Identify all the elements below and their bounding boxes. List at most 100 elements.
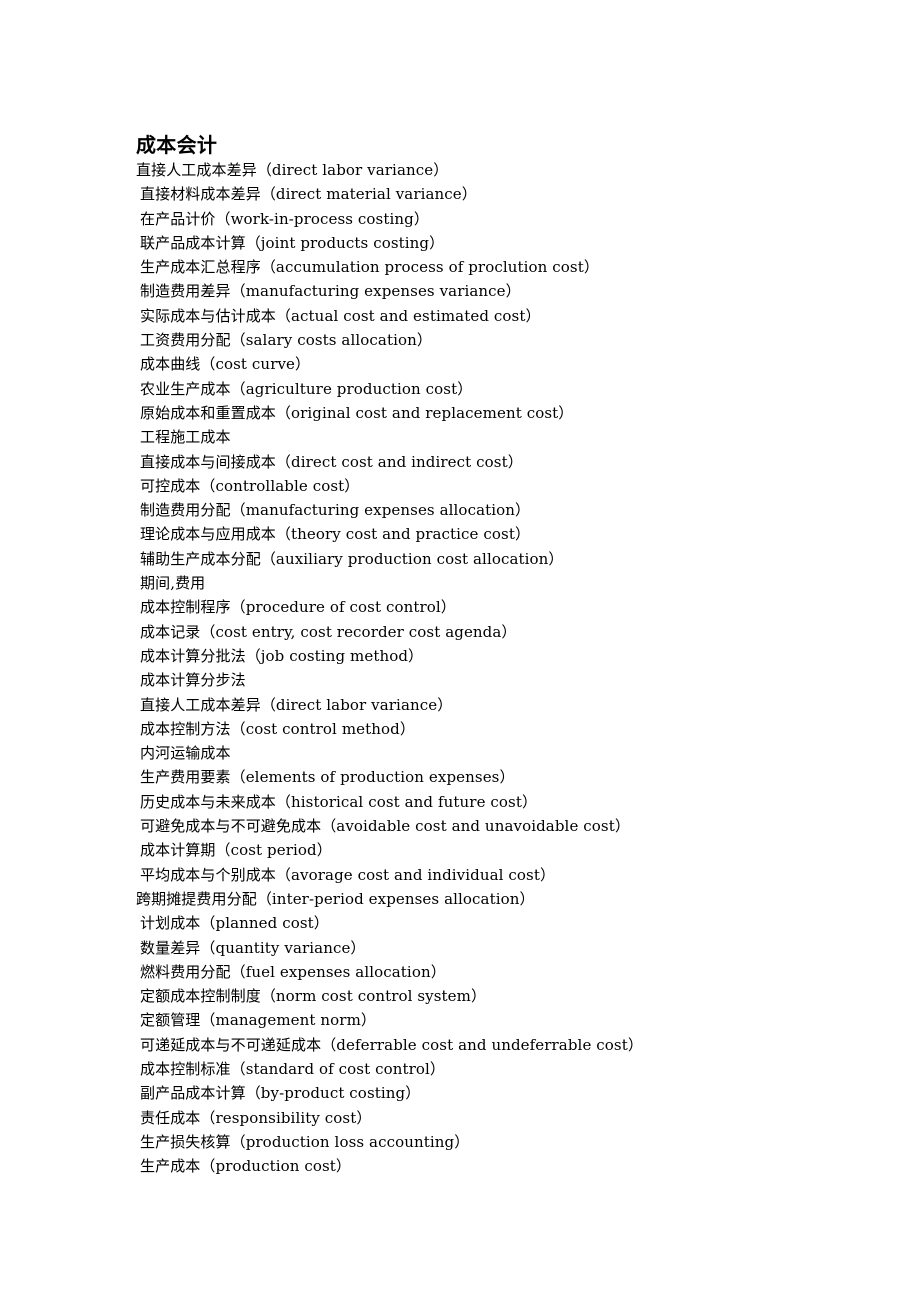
term-english: （responsibility cost）: [200, 1108, 372, 1127]
document-page: 成本会计 直接人工成本差异（direct labor variance） 直接材料…: [0, 0, 920, 1302]
glossary-term-row: 历史成本与未来成本（historical cost and future cos…: [0, 790, 920, 814]
glossary-term-row: 定额成本控制制度（norm cost control system）: [0, 984, 920, 1008]
glossary-term-row: 定额管理（management norm）: [0, 1008, 920, 1032]
term-english: （cost curve）: [200, 355, 311, 374]
glossary-term-row: 成本控制方法（cost control method）: [0, 717, 920, 741]
term-english: （direct material variance）: [260, 185, 477, 204]
glossary-term-list: 直接人工成本差异（direct labor variance） 直接材料成本差异（…: [0, 158, 920, 1178]
term-chinese: 工资费用分配: [140, 331, 231, 350]
term-english: （fuel expenses allocation）: [230, 962, 446, 981]
term-chinese: 副产品成本计算: [140, 1084, 246, 1103]
term-english: （quantity variance）: [200, 938, 366, 957]
term-chinese: 直接材料成本差异: [140, 185, 261, 204]
term-chinese: 成本计算期: [140, 841, 216, 860]
term-chinese: 跨期摊提费用分配: [136, 889, 257, 908]
glossary-term-row: 平均成本与个别成本（avorage cost and individual co…: [0, 863, 920, 887]
glossary-term-row: 生产成本汇总程序（accumulation process of proclut…: [0, 255, 920, 279]
glossary-term-row: 联产品成本计算（joint products costing）: [0, 231, 920, 255]
term-chinese: 直接人工成本差异: [140, 695, 261, 714]
glossary-term-row: 辅助生产成本分配（auxiliary production cost alloc…: [0, 547, 920, 571]
term-chinese: 数量差异: [140, 938, 201, 957]
term-chinese: 期间,费用: [140, 574, 206, 593]
glossary-term-row: 工资费用分配（salary costs allocation）: [0, 328, 920, 352]
term-english: （management norm）: [200, 1011, 376, 1030]
term-english: （controllable cost）: [200, 476, 360, 495]
glossary-term-row: 可避免成本与不可避免成本（avoidable cost and unavoida…: [0, 814, 920, 838]
term-english: （cost period）: [215, 841, 332, 860]
term-chinese: 直接成本与间接成本: [140, 452, 276, 471]
glossary-term-row: 成本控制程序（procedure of cost control）: [0, 595, 920, 619]
term-english: （work-in-process costing）: [215, 209, 429, 228]
term-chinese: 成本曲线: [140, 355, 201, 374]
glossary-term-row: 生产费用要素（elements of production expenses）: [0, 765, 920, 789]
term-english: （cost control method）: [230, 719, 415, 738]
term-english: （original cost and replacement cost）: [275, 403, 574, 422]
glossary-term-row: 直接材料成本差异（direct material variance）: [0, 182, 920, 206]
glossary-term-row: 原始成本和重置成本（original cost and replacement …: [0, 401, 920, 425]
term-chinese: 原始成本和重置成本: [140, 403, 276, 422]
glossary-term-row: 直接成本与间接成本（direct cost and indirect cost）: [0, 450, 920, 474]
term-english: （planned cost）: [200, 914, 329, 933]
term-chinese: 平均成本与个别成本: [140, 865, 276, 884]
term-chinese: 定额管理: [140, 1011, 201, 1030]
term-english: （norm cost control system）: [260, 987, 487, 1006]
term-chinese: 农业生产成本: [140, 379, 231, 398]
term-chinese: 生产损失核算: [140, 1132, 231, 1151]
glossary-term-row: 制造费用差异（manufacturing expenses variance）: [0, 279, 920, 303]
term-chinese: 可避免成本与不可避免成本: [140, 817, 322, 836]
term-english: （procedure of cost control）: [230, 598, 456, 617]
term-chinese: 理论成本与应用成本: [140, 525, 276, 544]
term-english: （direct cost and indirect cost）: [275, 452, 523, 471]
term-chinese: 制造费用分配: [140, 501, 231, 520]
glossary-term-row: 直接人工成本差异（direct labor variance）: [0, 693, 920, 717]
term-chinese: 成本控制程序: [140, 598, 231, 617]
term-chinese: 在产品计价: [140, 209, 216, 228]
term-chinese: 成本记录: [140, 622, 201, 641]
term-english: （by-product costing）: [245, 1084, 421, 1103]
glossary-term-row: 实际成本与估计成本（actual cost and estimated cost…: [0, 304, 920, 328]
term-chinese: 成本计算分步法: [140, 671, 246, 690]
term-chinese: 成本控制标准: [140, 1059, 231, 1078]
glossary-term-row: 副产品成本计算（by-product costing）: [0, 1081, 920, 1105]
term-english: （salary costs allocation）: [230, 331, 432, 350]
term-english: （direct labor variance）: [256, 161, 449, 179]
term-english: （deferrable cost and undeferrable cost）: [321, 1035, 643, 1054]
glossary-term-row: 可控成本（controllable cost）: [0, 474, 920, 498]
term-english: （historical cost and future cost）: [275, 792, 538, 811]
term-english: （manufacturing expenses allocation）: [230, 501, 531, 520]
term-english: （joint products costing）: [245, 233, 445, 252]
term-english: （direct labor variance）: [260, 695, 453, 714]
term-chinese: 成本控制方法: [140, 719, 231, 738]
glossary-term-row: 工程施工成本: [0, 425, 920, 449]
glossary-term-row: 成本曲线（cost curve）: [0, 352, 920, 376]
page-title: 成本会计: [136, 133, 218, 158]
glossary-term-row: 跨期摊提费用分配（inter-period expenses allocatio…: [0, 887, 920, 911]
glossary-term-row: 可递延成本与不可递延成本（deferrable cost and undefer…: [0, 1033, 920, 1057]
term-english: （actual cost and estimated cost）: [275, 306, 541, 325]
glossary-term-row: 期间,费用: [0, 571, 920, 595]
glossary-term-row: 在产品计价（work-in-process costing）: [0, 207, 920, 231]
glossary-term-row: 成本计算分批法（job costing method）: [0, 644, 920, 668]
term-chinese: 可控成本: [140, 476, 201, 495]
term-english: （production cost）: [200, 1157, 352, 1176]
term-english: （agriculture production cost）: [230, 379, 473, 398]
term-english: （avorage cost and individual cost）: [275, 865, 556, 884]
term-chinese: 工程施工成本: [140, 428, 231, 447]
glossary-term-row: 燃料费用分配（fuel expenses allocation）: [0, 960, 920, 984]
term-chinese: 定额成本控制制度: [140, 987, 261, 1006]
glossary-term-row: 制造费用分配（manufacturing expenses allocation…: [0, 498, 920, 522]
term-english: （accumulation process of proclution cost…: [260, 258, 599, 277]
term-english: （standard of cost control）: [230, 1059, 446, 1078]
glossary-term-row: 责任成本（responsibility cost）: [0, 1106, 920, 1130]
term-chinese: 计划成本: [140, 914, 201, 933]
glossary-term-row: 计划成本（planned cost）: [0, 911, 920, 935]
glossary-term-row: 成本计算期（cost period）: [0, 838, 920, 862]
glossary-term-row: 农业生产成本（agriculture production cost）: [0, 377, 920, 401]
term-chinese: 生产成本汇总程序: [140, 258, 261, 277]
term-chinese: 制造费用差异: [140, 282, 231, 301]
term-chinese: 联产品成本计算: [140, 233, 246, 252]
glossary-term-row: 生产成本（production cost）: [0, 1154, 920, 1178]
term-english: （avoidable cost and unavoidable cost）: [321, 817, 630, 836]
term-chinese: 生产费用要素: [140, 768, 231, 787]
term-english: （manufacturing expenses variance）: [230, 282, 521, 301]
